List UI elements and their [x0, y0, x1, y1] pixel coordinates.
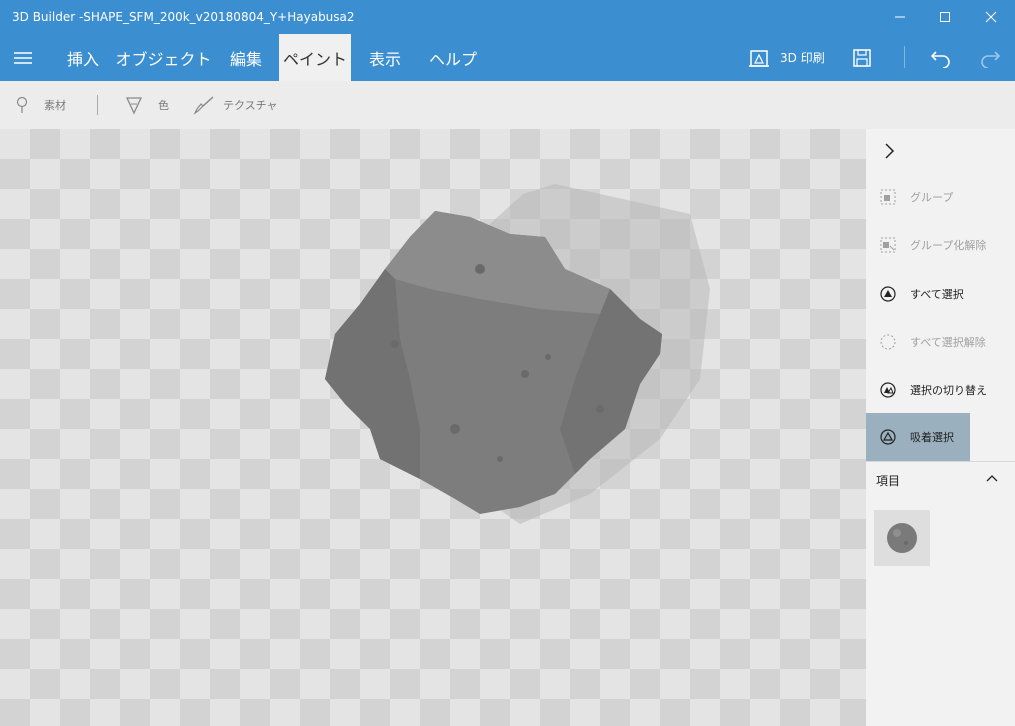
asteroid-thumbnail-image — [887, 523, 917, 553]
selection-panel: グループ グループ化解除 すべて選択 すべて選択解除 選択の切り替え 吸着選択 … — [866, 129, 1015, 726]
tab-edit[interactable]: 編集 — [218, 34, 274, 81]
crater — [391, 340, 399, 348]
color-label: 色 — [158, 99, 169, 112]
tab-insert[interactable]: 挿入 — [55, 34, 111, 81]
toggle-selection-icon — [880, 382, 896, 398]
crater — [596, 405, 604, 413]
tab-view[interactable]: 表示 — [357, 34, 413, 81]
minimize-button[interactable] — [877, 0, 923, 34]
material-button[interactable]: 素材 — [14, 81, 66, 129]
color-icon — [125, 97, 143, 115]
toolbar-separator — [97, 95, 98, 115]
redo-icon — [981, 50, 1001, 68]
items-heading: 項目 — [876, 474, 901, 488]
select-all-label: すべて選択 — [910, 288, 964, 301]
item-thumbnail[interactable] — [874, 510, 930, 566]
material-icon — [16, 96, 28, 113]
chevron-up-icon[interactable] — [984, 470, 1000, 486]
hamburger-button[interactable] — [0, 34, 46, 81]
deselect-all-icon — [880, 334, 896, 350]
undo-icon — [930, 50, 950, 68]
close-icon — [985, 11, 997, 23]
select-all-button[interactable]: すべて選択 — [866, 270, 1015, 318]
crater — [521, 370, 529, 378]
texture-label: テクスチャ — [223, 99, 278, 112]
close-button[interactable] — [968, 0, 1014, 34]
ungroup-label: グループ化解除 — [910, 239, 987, 252]
hamburger-icon — [14, 51, 32, 64]
magnetic-select-label: 吸着選択 — [910, 431, 954, 444]
material-label: 素材 — [44, 99, 66, 112]
ungroup-icon — [880, 237, 896, 253]
toggle-selection-label: 選択の切り替え — [910, 384, 987, 397]
undo-button[interactable] — [920, 34, 962, 81]
crater — [545, 354, 551, 360]
paint-toolbar: 素材 色 テクスチャ — [0, 81, 1015, 129]
crater — [497, 456, 503, 462]
redo-button[interactable] — [969, 34, 1011, 81]
crater — [475, 264, 485, 274]
tab-paint[interactable]: ペイント — [279, 34, 351, 81]
save-icon — [853, 48, 871, 67]
deselect-all-button[interactable]: すべて選択解除 — [866, 318, 1015, 366]
items-section-header[interactable]: 項目 — [866, 461, 1015, 498]
tab-object[interactable]: オブジェクト — [115, 34, 212, 81]
crater — [450, 424, 460, 434]
maximize-icon — [940, 12, 950, 22]
deselect-all-label: すべて選択解除 — [910, 336, 986, 349]
print-3d-button[interactable]: 3D 印刷 — [748, 34, 825, 81]
maximize-button[interactable] — [922, 0, 968, 34]
select-all-icon — [880, 286, 896, 302]
tab-help[interactable]: ヘルプ — [419, 34, 487, 81]
magnetic-select-icon — [880, 429, 896, 445]
title-bar: 3D Builder -SHAPE_SFM_200k_v20180804_Y+H… — [0, 0, 1015, 34]
minimize-icon — [895, 16, 905, 18]
group-button[interactable]: グループ — [866, 173, 1015, 221]
3d-viewport[interactable] — [0, 129, 866, 726]
printer-icon — [749, 49, 769, 67]
texture-button[interactable]: テクスチャ — [193, 81, 278, 129]
print-3d-label: 3D 印刷 — [780, 51, 825, 65]
group-label: グループ — [910, 191, 954, 204]
magnetic-select-button[interactable]: 吸着選択 — [866, 413, 970, 461]
color-button[interactable]: 色 — [124, 81, 169, 129]
save-button[interactable] — [841, 34, 883, 81]
menu-separator — [904, 46, 905, 68]
ungroup-button[interactable]: グループ化解除 — [866, 221, 1015, 269]
chevron-right-icon[interactable] — [880, 141, 900, 161]
menu-bar: 挿入 オブジェクト 編集 ペイント 表示 ヘルプ 3D 印刷 — [0, 34, 1015, 81]
texture-brush-icon — [193, 96, 214, 115]
toggle-selection-button[interactable]: 選択の切り替え — [866, 366, 1015, 414]
window-title: 3D Builder -SHAPE_SFM_200k_v20180804_Y+H… — [12, 10, 355, 24]
group-icon — [880, 189, 896, 205]
scene — [325, 184, 710, 524]
